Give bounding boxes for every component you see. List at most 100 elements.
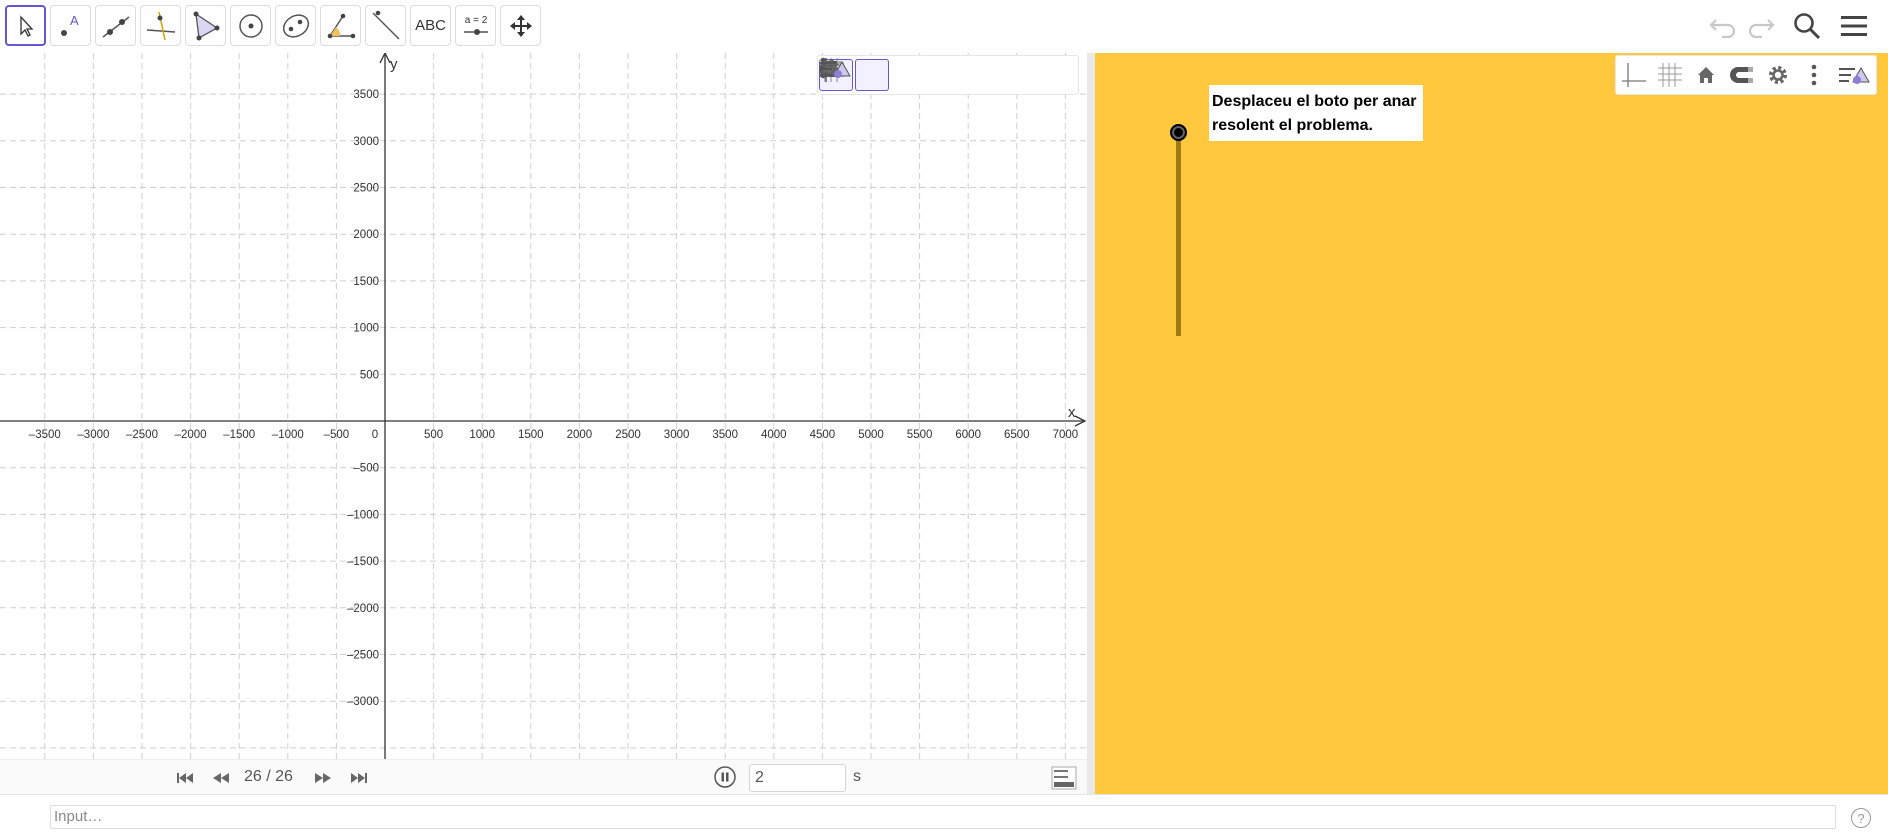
toggle-algebra-button[interactable]: [1050, 765, 1078, 791]
x-tick-label: –3000: [77, 429, 109, 441]
first-step-button[interactable]: [175, 768, 195, 788]
perpendicular-line-tool-button[interactable]: [140, 5, 181, 46]
polygon-tool-button[interactable]: [185, 5, 226, 46]
more-vertical-icon: [1811, 64, 1817, 86]
view-settings-icon: [820, 60, 851, 78]
instruction-text: Desplaceu el boto per anar resolent el p…: [1209, 85, 1423, 141]
graphics-settings-button[interactable]: [821, 57, 998, 93]
slider-track[interactable]: [1176, 133, 1181, 336]
circle-tool-button[interactable]: [230, 5, 271, 46]
previous-step-button[interactable]: [211, 768, 231, 788]
y-tick-label: 500: [360, 369, 379, 381]
slider-icon: a = 2: [463, 15, 488, 35]
standard-view-button[interactable]: [1688, 57, 1724, 93]
x-tick-label: 5500: [907, 429, 933, 441]
y-tick-label: 3500: [353, 89, 379, 101]
y-tick-label: –2000: [347, 603, 379, 615]
undo-icon: [1709, 19, 1736, 38]
standard-view-button[interactable]: [822, 57, 926, 93]
y-tick-label: 3000: [353, 136, 379, 148]
graphics-settings-button[interactable]: [1760, 57, 1796, 93]
conic-tool-button[interactable]: [275, 5, 316, 46]
point-capturing-button[interactable]: [1724, 57, 1760, 93]
graphics-view-1[interactable]: x y –3500 –3000 –2500 –2000 –1500 –1000 –500 0 500…: [0, 53, 1087, 759]
rewind-icon: [213, 773, 229, 783]
x-tick-label: –1500: [223, 429, 255, 441]
view-settings-button[interactable]: [1832, 57, 1876, 93]
skip-to-start-icon: [177, 773, 193, 783]
y-tick-label: –3000: [347, 696, 379, 708]
undo-button[interactable]: [1705, 8, 1743, 44]
algebra-table-icon: [1051, 766, 1077, 790]
x-tick-label: 6500: [1004, 429, 1030, 441]
search-button[interactable]: [1788, 8, 1826, 44]
magnet-icon: [1730, 67, 1753, 83]
x-tick-label: 3500: [712, 429, 738, 441]
point-tool-button[interactable]: A: [50, 5, 91, 46]
grid-icon: [1658, 63, 1682, 87]
y-tick-label: –1000: [347, 509, 379, 521]
svg-text:A: A: [70, 13, 79, 28]
more-options-button[interactable]: [1796, 57, 1832, 93]
x-tick-label: 4500: [810, 429, 836, 441]
search-icon: [1794, 13, 1821, 40]
move-arrows-icon: [509, 14, 532, 37]
pause-button[interactable]: [714, 766, 736, 788]
redo-icon: [1748, 19, 1775, 38]
ellipse-icon: [282, 13, 309, 38]
hamburger-menu-icon: [1841, 16, 1867, 36]
next-step-button[interactable]: [313, 768, 333, 788]
toolbar: A ABC a = 2: [0, 0, 1888, 52]
slider-tool-button[interactable]: a = 2: [455, 5, 496, 46]
point-capturing-button[interactable]: [819, 57, 962, 93]
y-tick-label: –500: [353, 463, 379, 475]
fast-forward-icon: [315, 773, 331, 783]
skip-to-end-icon: [351, 773, 367, 783]
angle-tool-button[interactable]: [320, 5, 361, 46]
y-axis-label: y: [390, 56, 398, 73]
geogebra-app: A ABC a = 2 x y –3500 –3000 –2500 –2000 …: [0, 0, 1888, 839]
x-axis-label: x: [1068, 404, 1076, 421]
slider-handle[interactable]: [1170, 124, 1187, 141]
x-tick-label: 2000: [567, 429, 593, 441]
x-tick-label: 1000: [469, 429, 495, 441]
reflect-tool-button[interactable]: [365, 5, 406, 46]
graphics-view-2[interactable]: Desplaceu el boto per anar resolent el p…: [1095, 53, 1888, 794]
line-tool-button[interactable]: [95, 5, 136, 46]
x-tick-label: 6000: [955, 429, 981, 441]
step-duration-input[interactable]: 2: [749, 764, 846, 792]
move-graphics-view-tool-button[interactable]: [500, 5, 541, 46]
input-bar: Input… ?: [0, 794, 1888, 839]
x-tick-label: 1500: [518, 429, 544, 441]
step-counter: 26 / 26: [244, 768, 293, 785]
gear-icon: [1769, 66, 1787, 84]
perpendicular-line-icon: [146, 11, 175, 40]
view-settings-button[interactable]: [820, 57, 1078, 93]
view-divider[interactable]: [1087, 53, 1095, 794]
construction-step-bar: 26 / 26 2 s: [0, 759, 1087, 794]
y-tick-label: 1500: [353, 276, 379, 288]
polygon-icon: [193, 11, 219, 40]
coordinate-plane[interactable]: x y –3500 –3000 –2500 –2000 –1500 –1000 –500 0 500…: [0, 53, 1087, 759]
more-options-button[interactable]: [820, 57, 1034, 93]
algebra-input-field[interactable]: Input…: [50, 805, 1836, 829]
move-tool-button[interactable]: [5, 5, 46, 46]
home-icon: [1698, 67, 1714, 83]
grid-toggle-button[interactable]: [1652, 57, 1688, 93]
axes-toggle-button[interactable]: [1616, 57, 1652, 93]
step-duration-unit: s: [853, 768, 861, 785]
last-step-button[interactable]: [349, 768, 369, 788]
arrow-cursor-icon: [19, 14, 33, 37]
reflect-about-line-icon: [371, 10, 400, 40]
y-tick-label: –1500: [347, 556, 379, 568]
redo-button[interactable]: [1741, 8, 1779, 44]
y-tick-label: 2000: [353, 229, 379, 241]
main-menu-button[interactable]: [1835, 8, 1873, 44]
x-tick-label: 500: [424, 429, 443, 441]
text-tool-button[interactable]: ABC: [410, 5, 451, 46]
grid-toggle-button[interactable]: [820, 58, 889, 91]
circle-center-point-icon: [238, 13, 263, 38]
x-tick-label: 2500: [615, 429, 641, 441]
x-tick-label: 7000: [1053, 429, 1079, 441]
input-help-button[interactable]: ?: [1851, 808, 1871, 828]
